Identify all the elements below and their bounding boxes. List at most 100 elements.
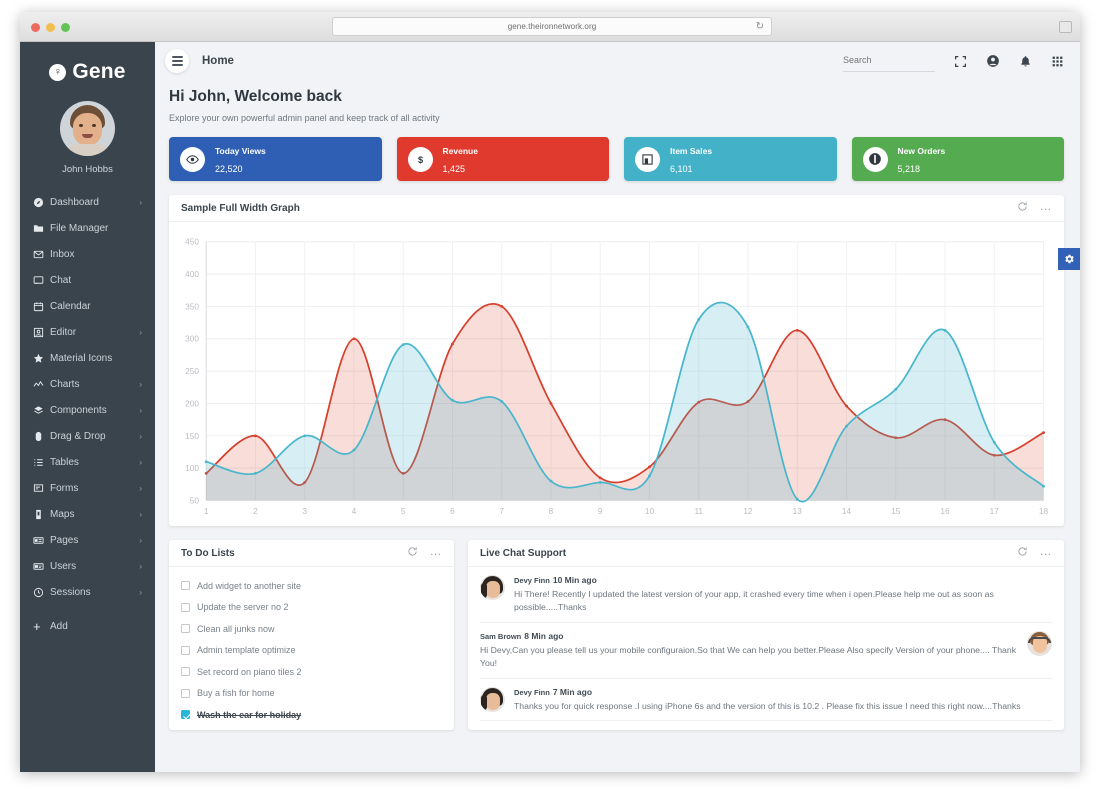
sidebar-item-chat[interactable]: Chat — [20, 267, 155, 293]
todo-panel-title: To Do Lists — [181, 547, 235, 559]
todo-item[interactable]: Clean all junks now — [181, 618, 442, 640]
chart-panel: Sample Full Width Graph … 50 100 150 200 250… — [169, 195, 1064, 526]
sidebar-item-forms[interactable]: Forms › — [20, 475, 155, 501]
sidebar-nav: Dashboard › File Manager Inbox Chat Cale… — [20, 189, 155, 639]
refresh-icon[interactable] — [407, 544, 418, 562]
more-options-icon[interactable]: … — [1040, 545, 1053, 557]
sidebar-profile: John Hobbs — [20, 94, 155, 189]
close-window-button[interactable] — [31, 23, 40, 32]
todo-checkbox[interactable] — [181, 667, 190, 677]
sidebar-item-inbox[interactable]: Inbox — [20, 241, 155, 267]
form-icon — [33, 483, 50, 494]
todo-checkbox[interactable] — [181, 602, 190, 612]
todo-item[interactable]: Admin template optimize — [181, 640, 442, 662]
chevron-right-icon: › — [139, 379, 142, 389]
stat-card-item-sales[interactable]: Item Sales 6,101 — [624, 137, 837, 181]
topbar: Home — [155, 42, 1080, 80]
todo-item[interactable]: Wash the ear for holiday — [181, 704, 442, 726]
todo-item[interactable]: Update the server no 2 — [181, 597, 442, 619]
fullscreen-icon[interactable] — [954, 55, 967, 68]
chat-panel-title: Live Chat Support — [480, 547, 567, 559]
chart-body: 50 100 150 200 250 300 350 400 450 1 2 3 4 5 6 7 8 9 10 11 1… — [169, 222, 1064, 526]
browser-window: gene.theironnetwork.org ↻ ♀ Gene John Ho… — [20, 12, 1080, 772]
chat-message-text: Thanks you for quick response .I using i… — [514, 700, 1021, 711]
todo-checkbox[interactable] — [181, 581, 190, 591]
todo-checkbox[interactable] — [181, 645, 190, 655]
sidebar-item-maps[interactable]: Maps › — [20, 501, 155, 527]
svg-text:150: 150 — [185, 432, 199, 441]
sidebar-item-users[interactable]: Users › — [20, 553, 155, 579]
more-options-icon[interactable]: … — [430, 545, 443, 557]
svg-text:5: 5 — [401, 507, 406, 516]
chat-message-body: Devy Finn 7 Min ago Thanks you for quick r… — [514, 687, 1021, 713]
bottom-row: To Do Lists … Add widget to another site… — [169, 540, 1064, 730]
chat-message-text: Hi Devy,Can you please tell us your mobi… — [480, 644, 1017, 669]
more-options-icon[interactable]: … — [1040, 200, 1053, 212]
todo-checkbox[interactable] — [181, 688, 190, 698]
settings-gear-button[interactable] — [1058, 248, 1080, 270]
svg-text:$: $ — [417, 154, 422, 164]
svg-text:450: 450 — [185, 238, 199, 247]
chat-message-meta: Sam Brown 8 Min ago — [480, 631, 1018, 641]
svg-text:6: 6 — [450, 507, 455, 516]
chart-panel-title: Sample Full Width Graph — [181, 202, 300, 214]
stat-card-new-orders[interactable]: New Orders 5,218 — [851, 137, 1064, 181]
stat-card-today-views[interactable]: Today Views 22,520 — [169, 137, 382, 181]
account-circle-icon[interactable] — [986, 54, 1000, 68]
refresh-icon[interactable] — [1017, 544, 1028, 562]
app-shell: ♀ Gene John Hobbs Dashboard › File Manag… — [20, 42, 1080, 772]
sidebar-item-components[interactable]: Components › — [20, 397, 155, 423]
sidebar-item-add[interactable]: + Add — [20, 613, 155, 639]
sidebar-item-pages[interactable]: Pages › — [20, 527, 155, 553]
chevron-right-icon: › — [139, 535, 142, 545]
sidebar-item-label: Pages — [50, 534, 79, 546]
welcome-title: Hi John, Welcome back — [169, 88, 342, 105]
apps-grid-icon[interactable] — [1051, 55, 1064, 68]
todo-item[interactable]: Add widget to another site — [181, 575, 442, 597]
svg-text:1: 1 — [204, 507, 209, 516]
url-bar[interactable]: gene.theironnetwork.org ↻ — [332, 17, 772, 36]
editor-icon — [33, 327, 50, 338]
profile-name: John Hobbs — [62, 164, 113, 175]
maximize-window-button[interactable] — [61, 23, 70, 32]
sidebar-item-material-icons[interactable]: Material Icons — [20, 345, 155, 371]
browser-tab-overview-button[interactable] — [1059, 21, 1072, 33]
todo-checkbox[interactable] — [181, 624, 190, 634]
avatar[interactable] — [60, 101, 115, 156]
svg-text:9: 9 — [598, 507, 603, 516]
todo-item[interactable]: Set record on piano tiles 2 — [181, 661, 442, 683]
sidebar-item-label: Users — [50, 560, 77, 572]
todo-checkbox[interactable] — [181, 710, 190, 720]
reload-icon[interactable]: ↻ — [756, 21, 764, 32]
stat-value: 22,520 — [215, 164, 243, 174]
todo-panel: To Do Lists … Add widget to another site… — [169, 540, 454, 730]
sidebar-item-charts[interactable]: Charts › — [20, 371, 155, 397]
search-field[interactable] — [843, 50, 935, 72]
search-input[interactable] — [843, 55, 935, 65]
todo-item[interactable]: Buy a fish for home — [181, 683, 442, 705]
bell-icon[interactable] — [1019, 55, 1032, 68]
todo-label: Admin template optimize — [197, 645, 296, 656]
devy-finn-avatar — [480, 575, 505, 600]
sidebar-item-label: Calendar — [50, 300, 91, 312]
sidebar-item-tables[interactable]: Tables › — [20, 449, 155, 475]
todo-label: Wash the ear for holiday — [197, 709, 302, 720]
chat-author: Sam Brown — [480, 631, 522, 641]
stat-card-revenue[interactable]: $ Revenue 1,425 — [396, 137, 609, 181]
sidebar-item-sessions[interactable]: Sessions › — [20, 579, 155, 605]
hamburger-menu-icon[interactable] — [165, 49, 189, 73]
sidebar-item-dashboard[interactable]: Dashboard › — [20, 189, 155, 215]
brand[interactable]: ♀ Gene — [20, 54, 155, 94]
stat-label: New Orders — [897, 146, 946, 156]
chat-timestamp: 7 Min ago — [552, 686, 593, 697]
sidebar-item-drag-and-drop[interactable]: Drag & Drop › — [20, 423, 155, 449]
sidebar-item-calendar[interactable]: Calendar — [20, 293, 155, 319]
refresh-icon[interactable] — [1017, 199, 1028, 217]
minimize-window-button[interactable] — [46, 23, 55, 32]
sidebar-item-editor[interactable]: Editor › — [20, 319, 155, 345]
sidebar-item-file-manager[interactable]: File Manager — [20, 215, 155, 241]
svg-text:250: 250 — [185, 367, 199, 376]
svg-text:10: 10 — [645, 507, 655, 516]
chat-panel-header: Live Chat Support … — [468, 540, 1064, 567]
gear-ball-icon — [862, 146, 888, 172]
